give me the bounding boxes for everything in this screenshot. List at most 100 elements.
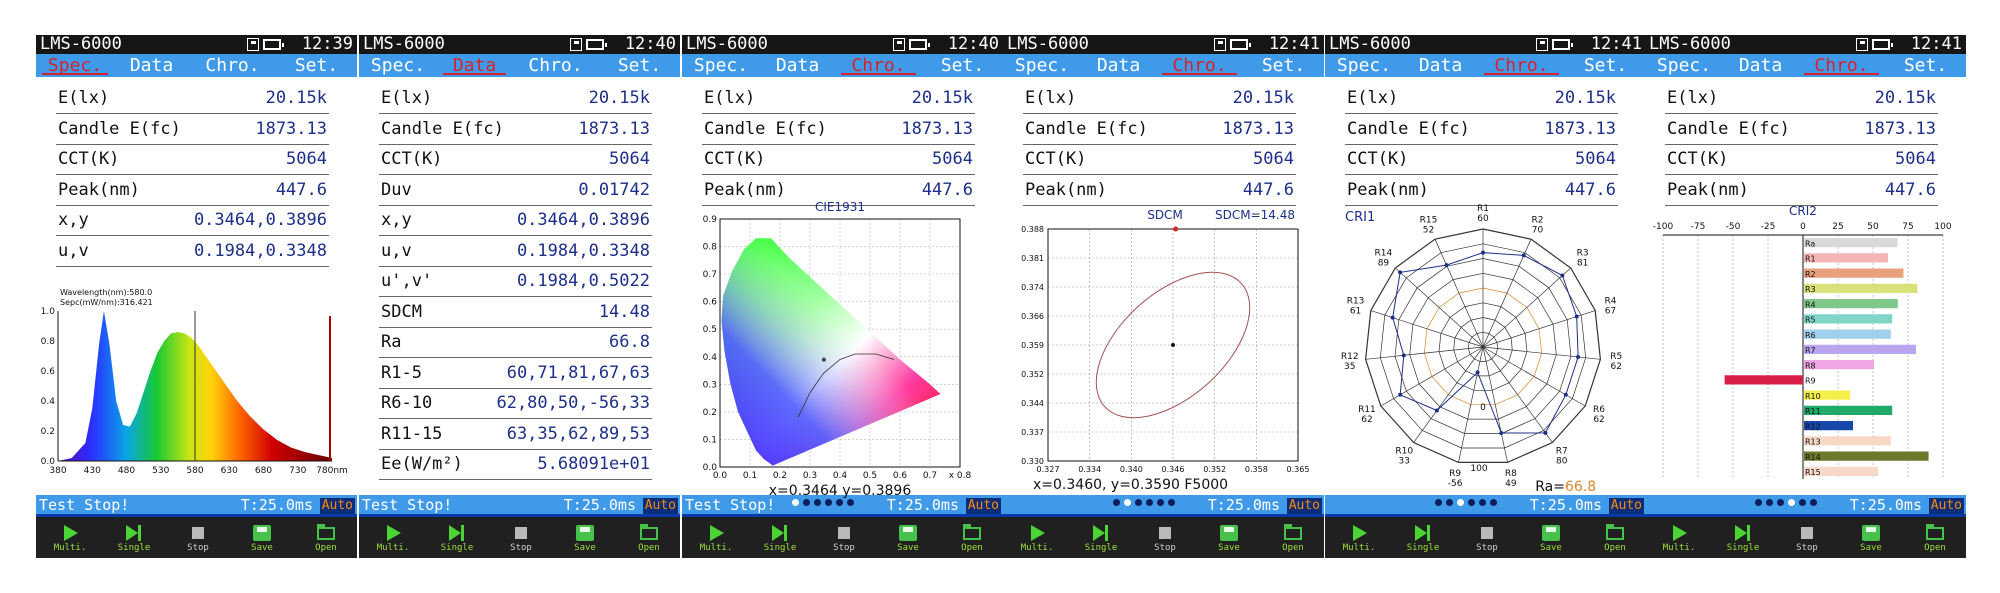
- tab-spec[interactable]: Spec.: [36, 54, 114, 77]
- save-button[interactable]: Save: [1841, 517, 1901, 558]
- page-dot[interactable]: [825, 499, 832, 506]
- tab-chro[interactable]: Chro.: [1156, 54, 1243, 77]
- tab-data[interactable]: Data: [1403, 54, 1478, 77]
- single-button[interactable]: Single: [427, 517, 487, 558]
- tab-spec[interactable]: Spec.: [1325, 54, 1403, 77]
- save-button[interactable]: Save: [232, 517, 292, 558]
- tab-set[interactable]: Set.: [1885, 54, 1966, 77]
- x-tick-label: 680: [255, 466, 272, 476]
- single-button[interactable]: Single: [1713, 517, 1773, 558]
- y-tick-label: 0.352: [1021, 370, 1044, 379]
- tab-chro[interactable]: Chro.: [189, 54, 276, 77]
- page-indicator[interactable]: [1755, 499, 1825, 509]
- page-dot[interactable]: [1113, 499, 1120, 506]
- tab-set[interactable]: Set.: [276, 54, 357, 77]
- save-button[interactable]: Save: [555, 517, 615, 558]
- single-button[interactable]: Single: [1393, 517, 1453, 558]
- x-tick-label: -100: [1653, 222, 1674, 232]
- save-button[interactable]: Save: [1521, 517, 1581, 558]
- page-dot[interactable]: [1146, 499, 1153, 506]
- multi-button[interactable]: Multi.: [1007, 517, 1067, 558]
- x-tick-label: 0.4: [833, 471, 848, 481]
- stop-button[interactable]: Stop: [168, 517, 228, 558]
- page-dot[interactable]: [792, 499, 799, 506]
- tab-data[interactable]: Data: [437, 54, 512, 77]
- page-dot[interactable]: [1157, 499, 1164, 506]
- tab-chro[interactable]: Chro.: [1478, 54, 1565, 77]
- single-button[interactable]: Single: [1071, 517, 1131, 558]
- open-button[interactable]: Open: [1905, 517, 1965, 558]
- tab-spec[interactable]: Spec.: [1003, 54, 1081, 77]
- stop-button[interactable]: Stop: [1135, 517, 1195, 558]
- stop-button[interactable]: Stop: [814, 517, 874, 558]
- reading-label: Ra: [381, 332, 402, 352]
- multi-button[interactable]: Multi.: [686, 517, 746, 558]
- page-indicator[interactable]: [792, 499, 862, 509]
- page-dot[interactable]: [836, 499, 843, 506]
- page-dot[interactable]: [1124, 499, 1131, 506]
- tab-chro[interactable]: Chro.: [835, 54, 922, 77]
- multi-button[interactable]: Multi.: [40, 517, 100, 558]
- page-dot[interactable]: [1457, 499, 1464, 506]
- multi-button[interactable]: Multi.: [1329, 517, 1389, 558]
- open-button[interactable]: Open: [619, 517, 679, 558]
- tab-data[interactable]: Data: [1081, 54, 1156, 77]
- auto-mode-badge[interactable]: Auto: [1608, 498, 1644, 514]
- radar-axis-value: 35: [1344, 362, 1355, 372]
- open-button[interactable]: Open: [942, 517, 1002, 558]
- save-button[interactable]: Save: [878, 517, 938, 558]
- page-dot[interactable]: [1135, 499, 1142, 506]
- tab-spec[interactable]: Spec.: [682, 54, 760, 77]
- page-dot[interactable]: [1777, 499, 1784, 506]
- cri-bar: [1804, 344, 1916, 354]
- page-dot[interactable]: [1755, 499, 1762, 506]
- page-dot[interactable]: [814, 499, 821, 506]
- page-dot[interactable]: [1766, 499, 1773, 506]
- bar-category-label: R11: [1805, 407, 1821, 416]
- page-dot[interactable]: [1168, 499, 1175, 506]
- page-indicator[interactable]: [1435, 499, 1505, 509]
- tab-spec[interactable]: Spec.: [1645, 54, 1723, 77]
- page-dot[interactable]: [1490, 499, 1497, 506]
- stop-button[interactable]: Stop: [1457, 517, 1517, 558]
- tab-spec[interactable]: Spec.: [359, 54, 437, 77]
- single-button[interactable]: Single: [104, 517, 164, 558]
- page-dot[interactable]: [1799, 499, 1806, 506]
- single-button[interactable]: Single: [750, 517, 810, 558]
- reading-label: Candle E(fc): [58, 118, 181, 139]
- stop-button[interactable]: Stop: [491, 517, 551, 558]
- page-dot[interactable]: [847, 499, 854, 506]
- tab-set[interactable]: Set.: [1565, 54, 1646, 77]
- page-dot[interactable]: [803, 499, 810, 506]
- auto-mode-badge[interactable]: Auto: [1928, 498, 1964, 514]
- x-tick-label: 780nm: [316, 466, 348, 476]
- tab-data[interactable]: Data: [760, 54, 835, 77]
- page-dot[interactable]: [1810, 499, 1817, 506]
- y-tick-label: 1.0: [41, 307, 56, 317]
- tab-data[interactable]: Data: [1723, 54, 1798, 77]
- page-dot[interactable]: [1446, 499, 1453, 506]
- auto-mode-badge[interactable]: Auto: [642, 498, 678, 514]
- auto-mode-badge[interactable]: Auto: [319, 498, 355, 514]
- tab-set[interactable]: Set.: [599, 54, 680, 77]
- reading-value: 1873.13: [901, 118, 973, 139]
- auto-mode-badge[interactable]: Auto: [965, 498, 1001, 514]
- page-dot[interactable]: [1435, 499, 1442, 506]
- page-dot[interactable]: [1468, 499, 1475, 506]
- tab-set[interactable]: Set.: [1243, 54, 1324, 77]
- save-button[interactable]: Save: [1199, 517, 1259, 558]
- page-dot[interactable]: [1788, 499, 1795, 506]
- tab-chro[interactable]: Chro.: [1798, 54, 1885, 77]
- open-button[interactable]: Open: [1263, 517, 1323, 558]
- open-button[interactable]: Open: [296, 517, 356, 558]
- open-button[interactable]: Open: [1585, 517, 1645, 558]
- tab-chro[interactable]: Chro.: [512, 54, 599, 77]
- page-indicator[interactable]: [1113, 499, 1183, 509]
- tab-set[interactable]: Set.: [922, 54, 1003, 77]
- multi-button[interactable]: Multi.: [1649, 517, 1709, 558]
- page-dot[interactable]: [1479, 499, 1486, 506]
- auto-mode-badge[interactable]: Auto: [1286, 498, 1322, 514]
- stop-button[interactable]: Stop: [1777, 517, 1837, 558]
- tab-data[interactable]: Data: [114, 54, 189, 77]
- multi-button[interactable]: Multi.: [363, 517, 423, 558]
